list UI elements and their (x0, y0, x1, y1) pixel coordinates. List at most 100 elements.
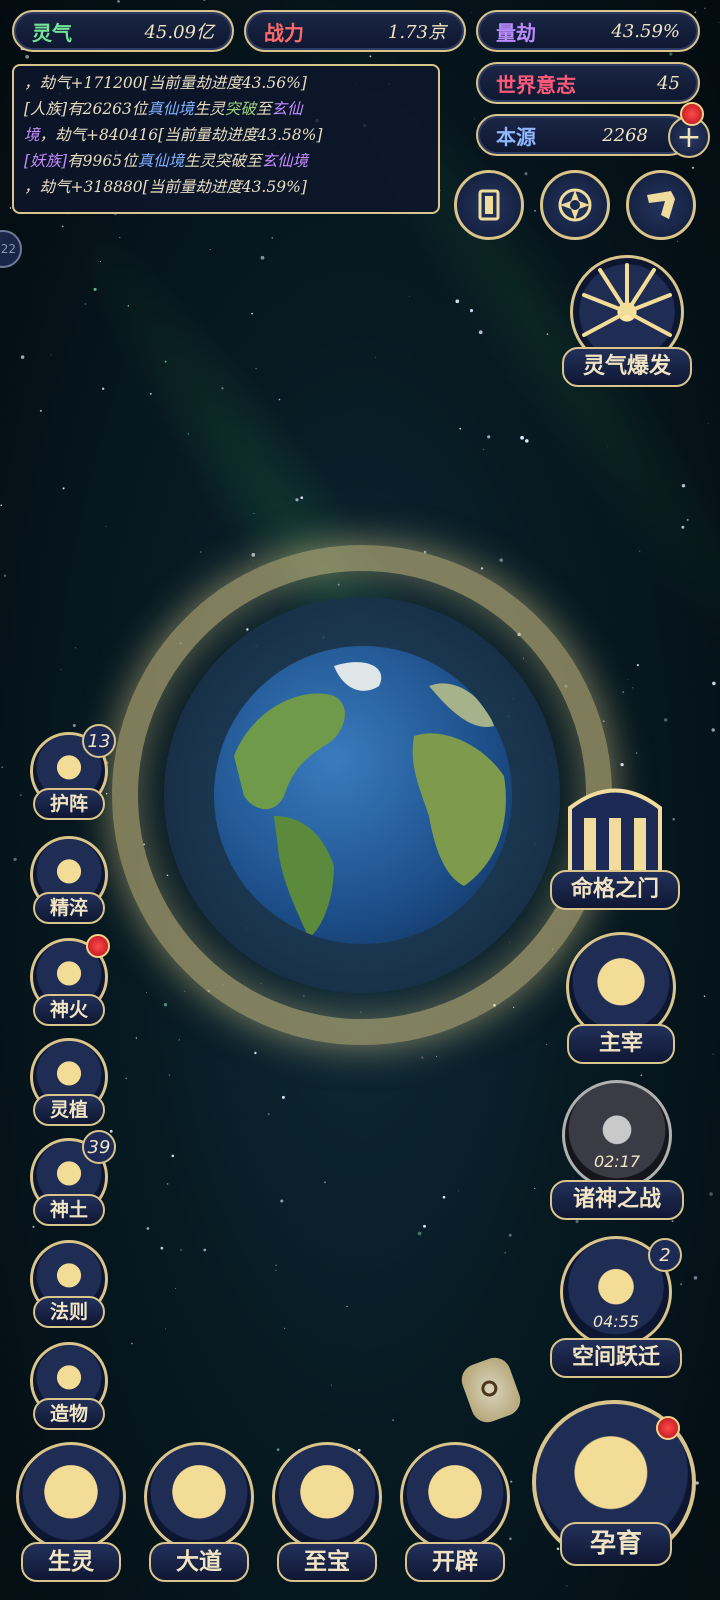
star (84, 303, 87, 305)
benyuan-label: 本源 (496, 124, 536, 149)
space-jump-button[interactable]: 04:55 2 空间跃迁 (548, 1236, 684, 1381)
star (664, 718, 668, 722)
star (166, 1183, 169, 1185)
master-label: 主宰 (567, 1024, 675, 1064)
star (374, 357, 376, 359)
star (474, 118, 475, 120)
card-icon (478, 189, 500, 221)
lingqi-stat[interactable]: 灵气 45.09亿 (12, 10, 234, 52)
left-menu-button[interactable]: 神火 (24, 934, 114, 1030)
star (254, 1051, 257, 1055)
star (512, 1006, 515, 1009)
star (25, 54, 29, 59)
liangjie-stat[interactable]: 量劫 43.59% (476, 10, 700, 52)
bottom-menu-label: 至宝 (277, 1542, 377, 1582)
scroll-button[interactable] (626, 170, 696, 240)
planet-earth[interactable] (214, 646, 512, 944)
star (545, 1043, 547, 1046)
log-text: 有9965位 (67, 152, 138, 170)
nurture-button[interactable]: 孕育 (532, 1400, 700, 1570)
star (175, 1287, 177, 1289)
left-menu-badge: 39 (82, 1130, 116, 1164)
continents-icon (234, 662, 506, 938)
destiny-gate-label: 命格之门 (550, 870, 680, 910)
star (267, 1113, 270, 1116)
sword-wings-icon (562, 1080, 672, 1190)
star (635, 752, 638, 754)
star (704, 7, 706, 9)
lingqi-value: 45.09亿 (144, 22, 214, 43)
log-text: 生灵突破至 (184, 152, 262, 170)
star (164, 1328, 167, 1330)
star (146, 991, 148, 993)
bottom-menu-button[interactable]: 生灵 (10, 1438, 132, 1586)
star (693, 1276, 698, 1280)
left-menu-button[interactable]: 精淬 (24, 836, 114, 928)
star (480, 567, 484, 570)
vortex-icon (558, 188, 592, 222)
star (636, 664, 640, 667)
star (74, 647, 77, 649)
star (184, 990, 186, 992)
star (632, 687, 634, 689)
star (102, 387, 105, 390)
star (640, 1074, 643, 1077)
log-line: ，劫气+171200[当前量劫进度43.56%] (24, 74, 307, 92)
gods-war-label: 诸神之战 (550, 1180, 684, 1220)
star (203, 0, 206, 2)
star (470, 12, 472, 13)
star (534, 210, 536, 212)
log-realm: 真仙境 (137, 152, 185, 170)
star (483, 448, 485, 450)
left-menu-button[interactable]: 法则 (24, 1240, 114, 1332)
side-tab[interactable]: 22 (0, 230, 22, 268)
destiny-gate-button[interactable]: 命格之门 (550, 778, 680, 913)
star (135, 1037, 138, 1039)
star (442, 1195, 446, 1199)
vortex-button[interactable] (540, 170, 610, 240)
left-menu-label: 护阵 (33, 788, 105, 820)
benyuan-stat[interactable]: 本源 2268 (476, 114, 690, 156)
star (566, 1585, 568, 1587)
log-text: [人族]有26263位 (24, 100, 148, 118)
star (171, 1154, 175, 1158)
bottom-menu-button[interactable]: 大道 (138, 1438, 260, 1586)
left-menu-label: 神土 (33, 1194, 105, 1226)
star (324, 1181, 326, 1184)
left-menu-button[interactable]: 护阵 13 (24, 724, 116, 824)
log-line: ，劫气+318880[当前量劫进度43.59%] (24, 178, 307, 196)
star (19, 794, 22, 797)
star (284, 1327, 286, 1329)
event-log[interactable]: ，劫气+171200[当前量劫进度43.56%] [人族]有26263位真仙境生… (12, 64, 440, 214)
world-will-stat[interactable]: 世界意志 45 (476, 62, 700, 104)
gods-war-button[interactable]: 02:17 诸神之战 (550, 1080, 684, 1220)
star (1, 766, 4, 769)
card-button[interactable] (454, 170, 524, 240)
alert-dot (680, 102, 704, 126)
star (520, 435, 524, 440)
scroll-icon (647, 191, 675, 219)
star (421, 1056, 424, 1059)
log-text: 生灵 (193, 100, 225, 118)
log-realm: 玄仙境 (261, 152, 309, 170)
burst-label: 灵气爆发 (562, 347, 692, 387)
zhanli-stat[interactable]: 战力 1.73京 (244, 10, 466, 52)
star (125, 1077, 128, 1080)
left-menu-button[interactable]: 造物 (24, 1342, 114, 1434)
bottom-menu-label: 大道 (149, 1542, 249, 1582)
star (409, 296, 411, 297)
star (160, 1246, 164, 1250)
star (280, 1199, 284, 1203)
left-menu-button[interactable]: 灵植 (24, 1038, 114, 1130)
log-line: [人族]有26263位真仙境生灵突破至玄仙 (24, 96, 428, 122)
bottom-menu-button[interactable]: 至宝 (266, 1438, 388, 1586)
master-button[interactable]: 主宰 (556, 932, 686, 1067)
charm-pickup[interactable] (457, 1353, 525, 1427)
star (711, 728, 715, 732)
bottom-menu-button[interactable]: 开辟 (394, 1438, 516, 1586)
star (709, 1192, 713, 1196)
left-menu-button[interactable]: 神土 39 (24, 1130, 116, 1230)
lingqi-label: 灵气 (32, 20, 72, 45)
log-break: 突破 (224, 100, 256, 118)
spirit-burst-button[interactable]: 灵气爆发 (562, 255, 692, 395)
